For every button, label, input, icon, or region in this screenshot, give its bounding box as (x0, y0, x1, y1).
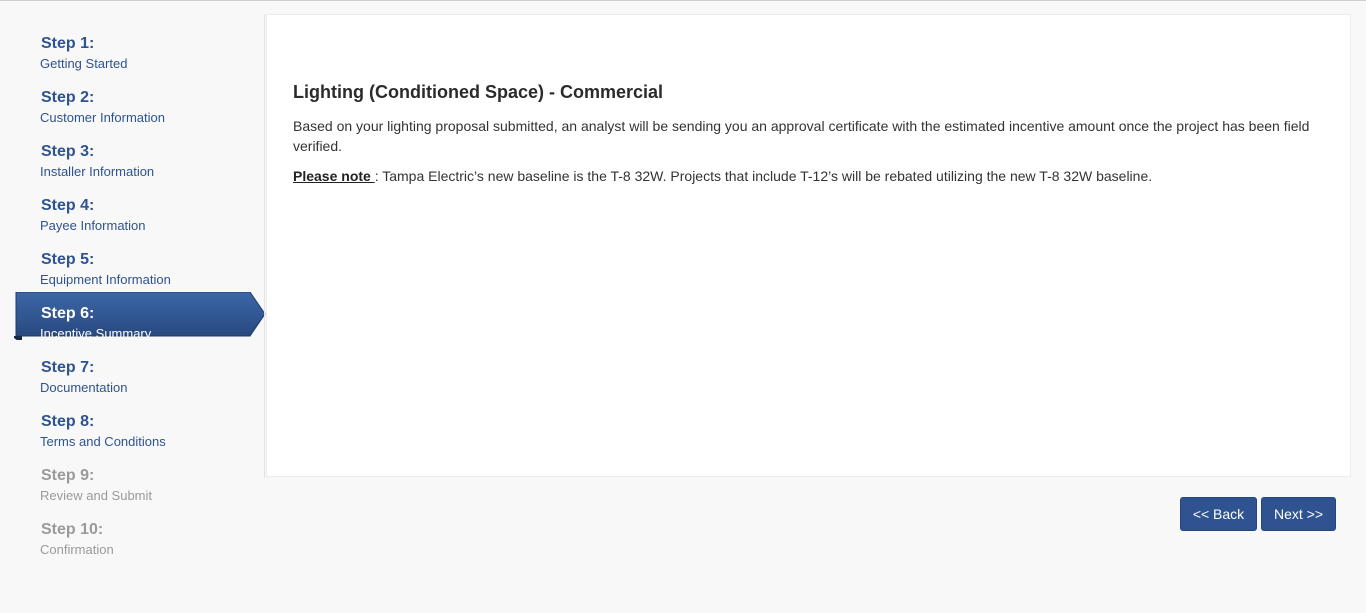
step-terms-and-conditions[interactable]: Step 8: Terms and Conditions (0, 412, 266, 466)
step-number: Step 10: (41, 521, 104, 538)
step-number: Step 9: (41, 467, 95, 484)
back-button[interactable]: << Back (1180, 497, 1257, 531)
top-rule (0, 0, 1366, 1)
note-label: Please note (293, 168, 375, 184)
step-number: Step 6: (41, 305, 95, 322)
step-label: Confirmation (40, 542, 114, 557)
sidebar-divider (264, 14, 265, 478)
step-review-and-submit: Step 9: Review and Submit (0, 466, 266, 520)
step-documentation[interactable]: Step 7: Documentation (0, 358, 266, 412)
step-label: Getting Started (40, 56, 128, 71)
step-payee-information[interactable]: Step 4: Payee Information (0, 196, 266, 250)
baseline-note: Please note : Tampa Electric’s new basel… (293, 166, 1338, 186)
step-getting-started[interactable]: Step 1: Getting Started (0, 34, 266, 88)
step-label: Terms and Conditions (40, 434, 166, 449)
step-label: Review and Submit (40, 488, 152, 503)
step-number: Step 5: (41, 251, 95, 268)
step-number: Step 2: (41, 89, 95, 106)
step-label: Customer Information (40, 110, 165, 125)
step-label: Payee Information (40, 218, 146, 233)
next-button[interactable]: Next >> (1261, 497, 1336, 531)
step-label: Documentation (40, 380, 128, 395)
step-incentive-summary[interactable]: Step 6: Incentive Summary (0, 292, 266, 358)
step-label: Incentive Summary (40, 326, 152, 341)
page-title: Lighting (Conditioned Space) - Commercia… (293, 82, 664, 102)
step-number: Step 3: (41, 143, 95, 160)
step-number: Step 1: (41, 35, 95, 52)
wizard-steps-sidebar: Step 1: Getting Started Step 2: Customer… (0, 2, 266, 613)
step-number: Step 4: (41, 197, 95, 214)
step-confirmation: Step 10: Confirmation (0, 520, 266, 574)
step-installer-information[interactable]: Step 3: Installer Information (0, 142, 266, 196)
step-label: Installer Information (40, 164, 155, 179)
step-customer-information[interactable]: Step 2: Customer Information (0, 88, 266, 142)
summary-text: Based on your lighting proposal submitte… (293, 118, 1310, 154)
step-number: Step 7: (41, 359, 95, 376)
note-text: : Tampa Electric’s new baseline is the T… (374, 168, 1153, 184)
step-number: Step 8: (41, 413, 95, 430)
step-label: Equipment Information (40, 272, 171, 287)
incentive-summary-panel: Lighting (Conditioned Space) - Commercia… (266, 14, 1351, 477)
